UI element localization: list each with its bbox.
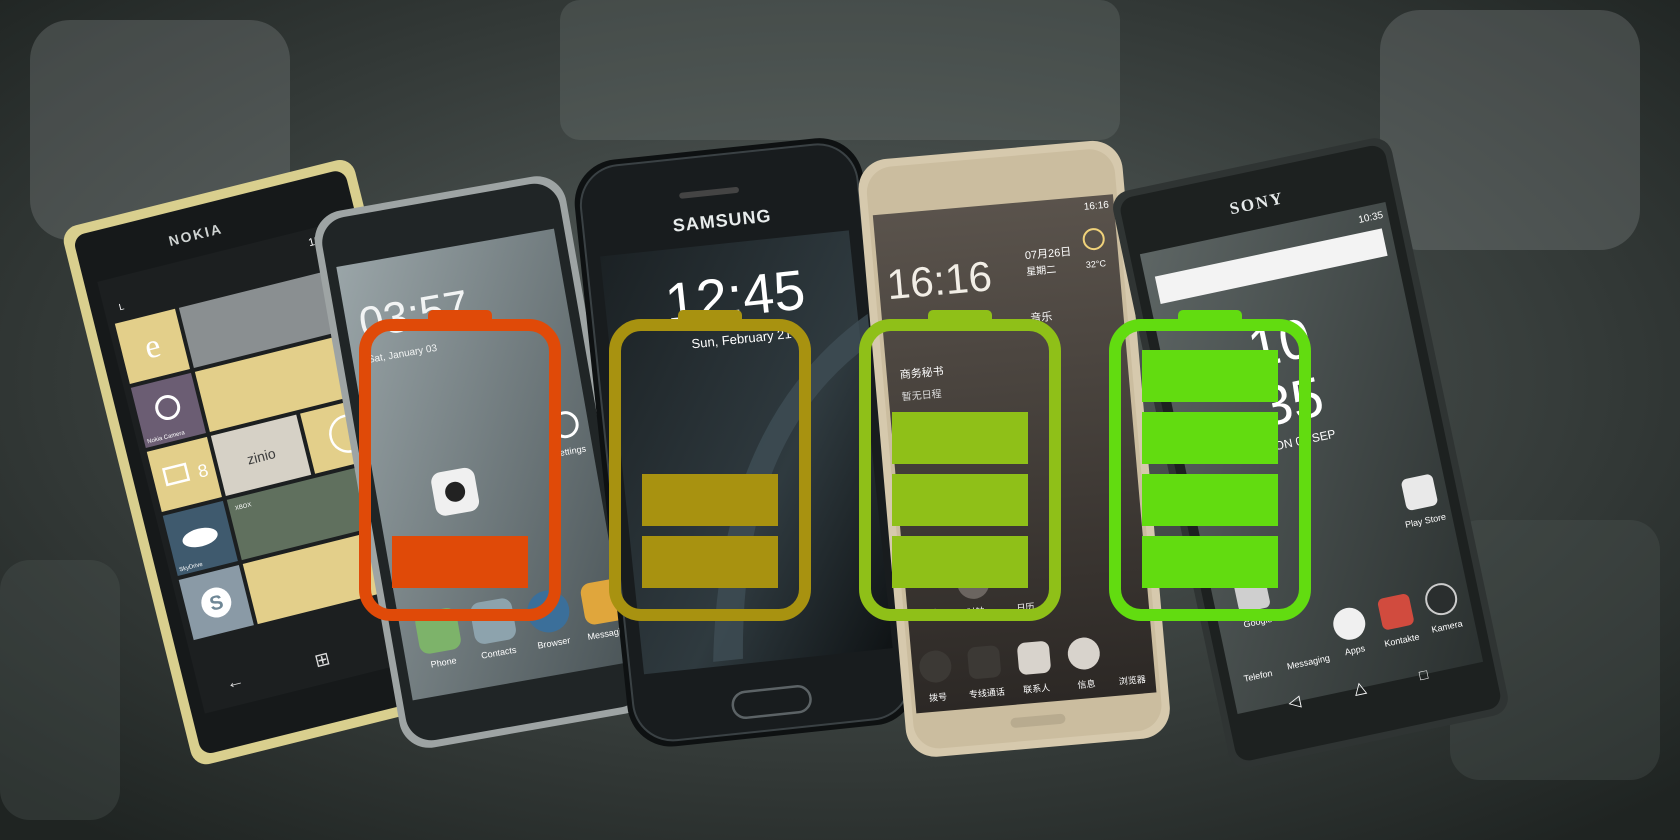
- battery-level-bar: [642, 474, 778, 526]
- kontakte-icon[interactable]: [1377, 593, 1415, 631]
- play-store-icon[interactable]: [1401, 473, 1439, 511]
- battery-level-bar: [892, 474, 1028, 526]
- battery-level-bar: [1142, 474, 1278, 526]
- huawei-temperature: 32°C: [1085, 258, 1106, 270]
- private-call-app-icon[interactable]: [967, 645, 1002, 680]
- battery-level-bar: [892, 536, 1028, 588]
- dial-app-label: 拨号: [929, 691, 948, 704]
- battery-level-bar: [1142, 536, 1278, 588]
- battery-level-bar: [892, 412, 1028, 464]
- contacts-app-icon[interactable]: [469, 597, 518, 646]
- battery-level-bar: [1142, 412, 1278, 464]
- battery-level-bar: [642, 536, 778, 588]
- huawei-time: 16:16: [1083, 200, 1109, 213]
- battery-terminal: [928, 310, 992, 328]
- battery-terminal: [1178, 310, 1242, 328]
- battery-level-bar: [392, 536, 528, 588]
- battery-terminal: [678, 310, 742, 328]
- battery-terminal: [428, 310, 492, 328]
- contacts-app-icon-huawei[interactable]: [1017, 641, 1052, 676]
- huawei-clock: 16:16: [885, 252, 994, 308]
- messages-app-label: 信息: [1077, 678, 1096, 691]
- battery-level-bar: [1142, 350, 1278, 402]
- scene: NOKIA 15:20 L e Nokia Camera 8 zinio Sky…: [0, 0, 1680, 840]
- battery-icon-4: [1109, 310, 1311, 621]
